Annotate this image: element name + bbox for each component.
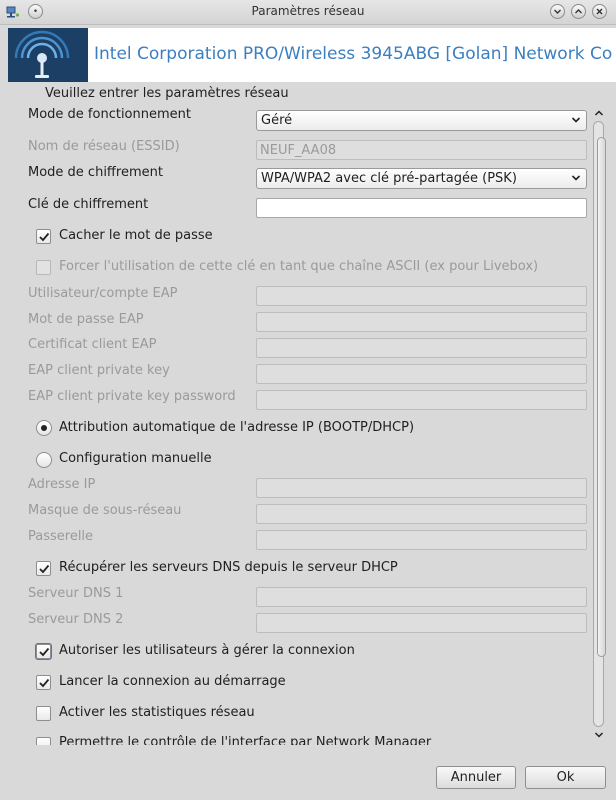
window-title: Paramètres réseau: [251, 4, 365, 18]
header-banner: Intel Corporation PRO/Wireless 3945ABG […: [8, 28, 616, 82]
scroll-up-icon[interactable]: [593, 107, 605, 119]
minimize-icon[interactable]: [550, 4, 565, 19]
dns2-input: [256, 613, 587, 633]
vertical-scrollbar[interactable]: [591, 107, 608, 745]
operating-mode-value: Géré: [261, 113, 293, 128]
allow-users-label: Autoriser les utilisateurs à gérer la co…: [59, 643, 355, 658]
ip-address-label: Adresse IP: [28, 477, 96, 492]
eap-user-label: Utilisateur/compte EAP: [28, 286, 178, 301]
netmask-input: [256, 504, 587, 524]
essid-label: Nom de réseau (ESSID): [28, 139, 180, 154]
enable-stats-checkbox[interactable]: [36, 706, 51, 721]
essid-value: NEUF_AA08: [260, 143, 337, 158]
operating-mode-select[interactable]: Géré: [256, 110, 587, 131]
eap-client-cert-input: [256, 338, 587, 358]
encryption-mode-value: WPA/WPA2 avec clé pré-partagée (PSK): [261, 171, 517, 186]
allow-users-checkbox[interactable]: [35, 643, 52, 660]
form-heading: Veuillez entrer les paramètres réseau: [45, 86, 289, 101]
force-ascii-label: Forcer l'utilisation de cette clé en tan…: [59, 259, 539, 274]
dns-from-dhcp-label: Récupérer les serveurs DNS depuis le ser…: [59, 560, 398, 575]
hide-password-checkbox[interactable]: [36, 229, 51, 244]
checkmark-icon: [39, 678, 50, 688]
gateway-input: [256, 530, 587, 550]
ip-auto-label: Attribution automatique de l'adresse IP …: [59, 420, 415, 435]
scroll-down-icon[interactable]: [593, 729, 605, 741]
gateway-label: Passerelle: [28, 529, 94, 544]
hide-password-label: Cacher le mot de passe: [59, 228, 213, 243]
essid-input: NEUF_AA08: [256, 140, 587, 160]
device-name: Intel Corporation PRO/Wireless 3945ABG […: [94, 44, 613, 64]
chevron-down-icon: [571, 175, 581, 181]
encryption-mode-label: Mode de chiffrement: [28, 165, 163, 180]
operating-mode-label: Mode de fonctionnement: [28, 107, 191, 122]
start-on-boot-checkbox[interactable]: [36, 675, 51, 690]
dns1-label: Serveur DNS 1: [28, 586, 124, 601]
scroll-viewport-bottom: Permettre le contrôle de l'interface par…: [0, 735, 590, 745]
scroll-thumb[interactable]: [597, 137, 606, 657]
checkmark-icon: [39, 232, 50, 242]
eap-client-cert-label: Certificat client EAP: [28, 337, 157, 352]
eap-password-label: Mot de passe EAP: [28, 312, 144, 327]
dns-from-dhcp-checkbox[interactable]: [36, 561, 51, 576]
title-bar: • Paramètres réseau: [0, 0, 616, 25]
eap-user-input: [256, 286, 587, 306]
ip-manual-radio[interactable]: [36, 452, 52, 468]
eap-password-input: [256, 312, 587, 332]
checkmark-icon: [39, 564, 50, 574]
dns1-input: [256, 587, 587, 607]
maximize-icon[interactable]: [571, 4, 586, 19]
ip-auto-radio[interactable]: [36, 420, 52, 436]
network-manager-checkbox[interactable]: [36, 737, 51, 745]
dialog-button-row: Annuler Ok: [0, 760, 616, 800]
ip-address-input: [256, 478, 587, 498]
start-on-boot-label: Lancer la connexion au démarrage: [59, 674, 286, 689]
force-ascii-checkbox: [36, 260, 51, 275]
encryption-key-label: Clé de chiffrement: [28, 197, 149, 212]
cancel-button[interactable]: Annuler: [436, 766, 516, 789]
ok-button[interactable]: Ok: [525, 766, 606, 789]
scroll-track[interactable]: [593, 121, 606, 727]
enable-stats-label: Activer les statistiques réseau: [59, 705, 255, 720]
ip-manual-label: Configuration manuelle: [59, 451, 212, 466]
network-manager-label: Permettre le contrôle de l'interface par…: [59, 735, 432, 745]
wireless-antenna-icon: [8, 28, 88, 82]
radio-dot: [41, 425, 47, 431]
eap-private-key-password-input: [256, 390, 587, 410]
chevron-down-icon: [571, 117, 581, 123]
netmask-label: Masque de sous-réseau: [28, 503, 182, 518]
eap-private-key-password-label: EAP client private key password: [28, 389, 236, 404]
dns2-label: Serveur DNS 2: [28, 612, 124, 627]
close-icon[interactable]: [592, 4, 607, 19]
eap-private-key-input: [256, 364, 587, 384]
eap-private-key-label: EAP client private key: [28, 363, 170, 378]
checkmark-icon: [39, 647, 50, 657]
encryption-key-input[interactable]: [256, 198, 587, 218]
encryption-mode-select[interactable]: WPA/WPA2 avec clé pré-partagée (PSK): [256, 168, 587, 189]
